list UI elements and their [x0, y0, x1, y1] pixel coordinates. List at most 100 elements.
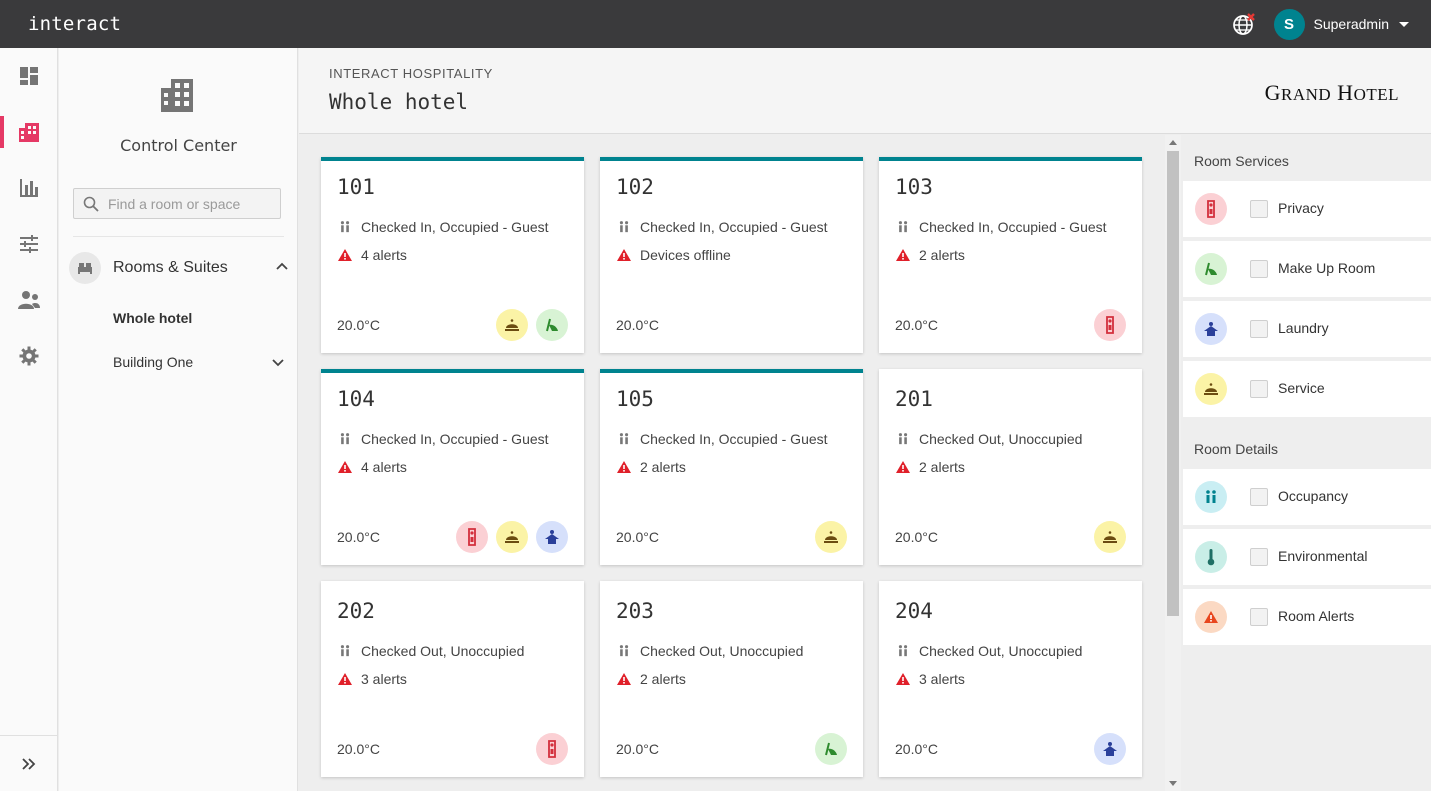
room-status: Checked In, Occupied - Guest	[895, 219, 1107, 235]
room-card[interactable]: 201 Checked Out, Unoccupied 2 alerts 20.0°C	[879, 369, 1142, 565]
bed-icon	[69, 252, 101, 284]
filter-service[interactable]: Service	[1183, 361, 1431, 417]
service-badges	[1086, 521, 1126, 553]
filter-make-up-room[interactable]: Make Up Room	[1183, 241, 1431, 297]
rail-dashboard[interactable]	[0, 54, 58, 98]
warning-icon	[337, 672, 353, 686]
room-card[interactable]: 104 Checked In, Occupied - Guest 4 alerts 2…	[321, 369, 584, 565]
rail-users[interactable]	[0, 278, 58, 322]
service-badges	[1086, 733, 1126, 765]
occupancy-checkbox[interactable]	[1250, 488, 1268, 506]
room-card[interactable]: 103 Checked In, Occupied - Guest 2 alerts 2…	[879, 157, 1142, 353]
service-bell-badge-icon[interactable]	[1094, 521, 1126, 553]
search-input[interactable]	[108, 189, 276, 218]
privacy-badge-icon[interactable]	[536, 733, 568, 765]
nav-item-building-one[interactable]: Building One	[113, 354, 193, 370]
laundry-badge-icon[interactable]	[1094, 733, 1126, 765]
rail-control-center[interactable]	[0, 110, 58, 154]
scroll-thumb[interactable]	[1167, 151, 1179, 616]
make-up-room-label: Make Up Room	[1278, 260, 1376, 276]
service-bell-badge-icon[interactable]	[496, 521, 528, 553]
room-alert-text: 2 alerts	[919, 459, 965, 475]
room-services-heading: Room Services	[1194, 153, 1289, 169]
rail-reports[interactable]	[0, 166, 58, 210]
room-number: 203	[616, 599, 654, 623]
page-header: INTERACT HOSPITALITY Whole hotel GRAND H…	[299, 48, 1431, 134]
filter-environmental[interactable]: Environmental	[1183, 529, 1431, 585]
room-status-text: Checked Out, Unoccupied	[919, 431, 1083, 447]
laundry-label: Laundry	[1278, 320, 1329, 336]
room-card[interactable]: 102 Checked In, Occupied - Guest Devices o…	[600, 157, 863, 353]
room-status: Checked In, Occupied - Guest	[616, 431, 828, 447]
expand-rail-button[interactable]	[0, 735, 58, 791]
room-card[interactable]: 202 Checked Out, Unoccupied 3 alerts 20.0°C	[321, 581, 584, 777]
room-temperature: 20.0°C	[895, 529, 938, 545]
environmental-checkbox[interactable]	[1250, 548, 1268, 566]
makeup-badge-icon[interactable]	[536, 309, 568, 341]
service-checkbox[interactable]	[1250, 380, 1268, 398]
laundry-badge-icon[interactable]	[536, 521, 568, 553]
service-badges	[488, 309, 568, 341]
room-alert-text: 3 alerts	[919, 671, 965, 687]
room-alert[interactable]: Devices offline	[616, 247, 731, 263]
thermometer-icon	[1195, 541, 1227, 573]
room-card[interactable]: 101 Checked In, Occupied - Guest 4 alerts 2…	[321, 157, 584, 353]
filter-privacy[interactable]: Privacy	[1183, 181, 1431, 237]
room-temperature: 20.0°C	[337, 741, 380, 757]
language-globe-icon[interactable]	[1232, 12, 1256, 36]
room-number: 101	[337, 175, 375, 199]
user-menu-caret-icon[interactable]	[1399, 21, 1409, 27]
service-bell-badge-icon[interactable]	[815, 521, 847, 553]
room-card[interactable]: 204 Checked Out, Unoccupied 3 alerts 20.0°C	[879, 581, 1142, 777]
room-alert[interactable]: 3 alerts	[337, 671, 407, 687]
privacy-checkbox[interactable]	[1250, 200, 1268, 218]
room-temperature: 20.0°C	[616, 741, 659, 757]
nav-item-whole-hotel[interactable]: Whole hotel	[113, 310, 192, 326]
warning-icon	[895, 248, 911, 262]
rail-settings-sliders[interactable]	[0, 222, 58, 266]
grand-hotel-logo: GRAND HOTEL	[1264, 80, 1399, 105]
room-alert[interactable]: 3 alerts	[895, 671, 965, 687]
chevron-down-icon[interactable]	[271, 358, 285, 368]
room-temperature: 20.0°C	[895, 741, 938, 757]
room-alert[interactable]: 2 alerts	[616, 671, 686, 687]
rooms-suites-toggle[interactable]: Rooms & Suites	[69, 251, 289, 285]
rail-settings[interactable]	[0, 334, 58, 378]
bar-chart-icon	[20, 179, 38, 197]
room-number: 102	[616, 175, 654, 199]
topbar-actions: S Superadmin	[1232, 0, 1409, 48]
scroll-up-icon[interactable]	[1169, 140, 1177, 145]
chevron-up-icon[interactable]	[275, 261, 289, 271]
filter-occupancy[interactable]: Occupancy	[1183, 469, 1431, 525]
room-alert[interactable]: 4 alerts	[337, 247, 407, 263]
make-up-room-checkbox[interactable]	[1250, 260, 1268, 278]
user-avatar[interactable]: S	[1273, 8, 1305, 40]
privacy-badge-icon[interactable]	[1094, 309, 1126, 341]
filter-laundry[interactable]: Laundry	[1183, 301, 1431, 357]
scroll-down-icon[interactable]	[1169, 781, 1177, 786]
service-badges	[448, 521, 568, 553]
room-card[interactable]: 203 Checked Out, Unoccupied 2 alerts 20.0°C	[600, 581, 863, 777]
makeup-badge-icon[interactable]	[815, 733, 847, 765]
room-alert[interactable]: 2 alerts	[895, 459, 965, 475]
room-alerts-checkbox[interactable]	[1250, 608, 1268, 626]
warning-icon	[1195, 601, 1227, 633]
user-name[interactable]: Superadmin	[1314, 16, 1390, 32]
room-alert[interactable]: 2 alerts	[616, 459, 686, 475]
occupancy-icon	[616, 645, 632, 657]
occupancy-icon	[337, 221, 353, 233]
brand-logo[interactable]: interact	[28, 13, 121, 35]
dashboard-icon	[20, 67, 38, 85]
control-center-panel: Control Center Rooms & Suites Whole hote…	[59, 48, 298, 791]
occupancy-icon	[337, 433, 353, 445]
room-alert[interactable]: 2 alerts	[895, 247, 965, 263]
filter-room-alerts[interactable]: Room Alerts	[1183, 589, 1431, 645]
service-badges	[807, 521, 847, 553]
laundry-checkbox[interactable]	[1250, 320, 1268, 338]
grid-scrollbar[interactable]	[1165, 135, 1181, 791]
room-card[interactable]: 105 Checked In, Occupied - Guest 2 alerts 2…	[600, 369, 863, 565]
room-alert[interactable]: 4 alerts	[337, 459, 407, 475]
privacy-badge-icon[interactable]	[456, 521, 488, 553]
service-bell-badge-icon[interactable]	[496, 309, 528, 341]
occupancy-icon	[1195, 481, 1227, 513]
